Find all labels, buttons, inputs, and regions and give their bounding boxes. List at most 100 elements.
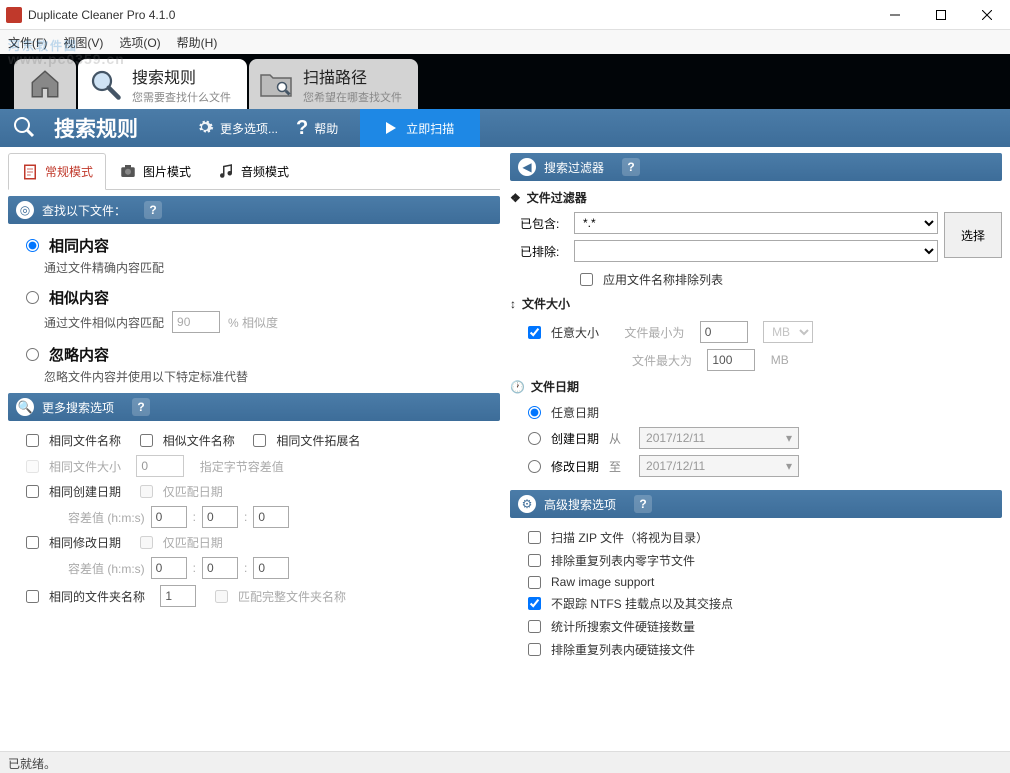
check-hardlink-count[interactable] (528, 620, 541, 633)
check-match-full-folder (215, 590, 228, 603)
page-title: 搜索规则 (54, 113, 138, 143)
status-text: 已就绪。 (8, 757, 56, 771)
check-apply-exclude-list[interactable] (580, 273, 593, 286)
check-same-modified[interactable] (26, 536, 39, 549)
exclude-label: 已排除: (520, 243, 568, 260)
help-icon[interactable]: ? (132, 398, 150, 416)
music-note-icon (217, 162, 235, 180)
clock-icon: 🕐 (510, 380, 525, 394)
select-filter-button[interactable]: 选择 (944, 212, 1002, 258)
check-same-extension[interactable] (253, 434, 266, 447)
minimize-button[interactable] (872, 0, 918, 30)
target-icon: ◎ (16, 201, 34, 219)
folder-search-icon (257, 65, 295, 103)
play-icon (386, 122, 396, 134)
check-only-date-1 (140, 485, 153, 498)
question-icon: ? (296, 117, 308, 140)
help-button[interactable]: ? 帮助 (296, 117, 338, 140)
magnifier-small-icon: 🔍 (16, 398, 34, 416)
max-size-input (707, 349, 755, 371)
min-size-unit: MB (763, 321, 813, 343)
header-bar: 搜索规则 更多选项... ? 帮助 立即扫描 (0, 109, 1010, 147)
tol2-s-input (253, 557, 289, 579)
section-advanced: ⚙ 高级搜索选项 ? (510, 490, 1002, 518)
check-raw-image[interactable] (528, 576, 541, 589)
folder-depth-input (160, 585, 196, 607)
magnifier-icon (12, 115, 36, 142)
gear-icon: ⚙ (518, 495, 536, 513)
check-similar-filename[interactable] (140, 434, 153, 447)
similarity-percent-input[interactable] (172, 311, 220, 333)
section-search-filters: ◀ 搜索过滤器 ? (510, 153, 1002, 181)
tol2-h-input (151, 557, 187, 579)
date-from-input[interactable]: 2017/12/11▾ (639, 427, 799, 449)
menu-file[interactable]: 文件(F) (8, 34, 47, 51)
camera-icon (119, 162, 137, 180)
scan-now-button[interactable]: 立即扫描 (360, 109, 480, 147)
window-title: Duplicate Cleaner Pro 4.1.0 (28, 8, 872, 22)
more-options-button[interactable]: 更多选项... (196, 118, 278, 139)
check-same-size (26, 460, 39, 473)
mode-tabs: 常规模式 图片模式 音频模式 (8, 153, 500, 190)
tab-paths-title: 扫描路径 (303, 64, 402, 88)
tab-image-mode[interactable]: 图片模式 (106, 153, 204, 189)
check-same-folder-name[interactable] (26, 590, 39, 603)
include-label: 已包含: (520, 215, 568, 232)
same-content-desc: 通过文件精确内容匹配 (8, 259, 500, 276)
date-to-input[interactable]: 2017/12/11▾ (639, 455, 799, 477)
check-exclude-hardlink[interactable] (528, 643, 541, 656)
titlebar: Duplicate Cleaner Pro 4.1.0 (0, 0, 1010, 30)
check-same-created[interactable] (26, 485, 39, 498)
radio-similar-content[interactable] (26, 291, 39, 304)
check-only-date-2 (140, 536, 153, 549)
top-tabs: 搜索规则 您需要查找什么文件 扫描路径 您希望在哪查找文件 (0, 54, 1010, 109)
radio-modified-date[interactable] (528, 460, 541, 473)
resize-icon: ↕ (510, 297, 516, 311)
check-any-size[interactable] (528, 326, 541, 339)
calendar-icon: ▾ (786, 431, 792, 445)
radio-ignore-content[interactable] (26, 348, 39, 361)
size-tolerance-input (136, 455, 184, 477)
radio-any-date[interactable] (528, 406, 541, 419)
gear-icon (196, 118, 214, 139)
tab-audio-mode[interactable]: 音频模式 (204, 153, 302, 189)
home-icon (26, 65, 64, 103)
exclude-filter-select[interactable] (574, 240, 938, 262)
menubar: 文件(F) 视图(V) 选项(O) 帮助(H) (0, 30, 1010, 54)
tab-normal-mode[interactable]: 常规模式 (8, 153, 106, 190)
app-icon (6, 7, 22, 23)
section-find-files: ◎ 查找以下文件： ? (8, 196, 500, 224)
tol-m-input (202, 506, 238, 528)
section-more-options: 🔍 更多搜索选项 ? (8, 393, 500, 421)
menu-options[interactable]: 选项(O) (119, 34, 160, 51)
check-same-filename[interactable] (26, 434, 39, 447)
magnifier-icon (86, 65, 124, 103)
maximize-button[interactable] (918, 0, 964, 30)
help-icon[interactable]: ? (634, 495, 652, 513)
tab-rules-sub: 您需要查找什么文件 (132, 89, 231, 105)
check-exclude-zero[interactable] (528, 554, 541, 567)
min-size-input (700, 321, 748, 343)
check-scan-zip[interactable] (528, 531, 541, 544)
menu-help[interactable]: 帮助(H) (177, 34, 218, 51)
tab-scan-paths[interactable]: 扫描路径 您希望在哪查找文件 (249, 59, 418, 109)
menu-view[interactable]: 视图(V) (63, 34, 103, 51)
include-filter-select[interactable]: *.* (574, 212, 938, 234)
tab-search-rules[interactable]: 搜索规则 您需要查找什么文件 (78, 59, 247, 109)
filter-icon: ❖ (510, 191, 521, 205)
tol-s-input (253, 506, 289, 528)
check-no-ntfs-mount[interactable] (528, 597, 541, 610)
content: 常规模式 图片模式 音频模式 ◎ 查找以下文件： ? 相同内容 通过文件精确内容… (0, 147, 1010, 751)
radio-same-content[interactable] (26, 239, 39, 252)
close-button[interactable] (964, 0, 1010, 30)
help-icon[interactable]: ? (622, 158, 640, 176)
tab-home[interactable] (14, 59, 76, 109)
ignore-content-desc: 忽略文件内容并使用以下特定标准代替 (8, 368, 500, 385)
help-icon[interactable]: ? (144, 201, 162, 219)
radio-created-date[interactable] (528, 432, 541, 445)
tab-rules-title: 搜索规则 (132, 64, 231, 88)
tab-paths-sub: 您希望在哪查找文件 (303, 89, 402, 105)
calendar-icon: ▾ (786, 459, 792, 473)
tol-h-input (151, 506, 187, 528)
tol2-m-input (202, 557, 238, 579)
